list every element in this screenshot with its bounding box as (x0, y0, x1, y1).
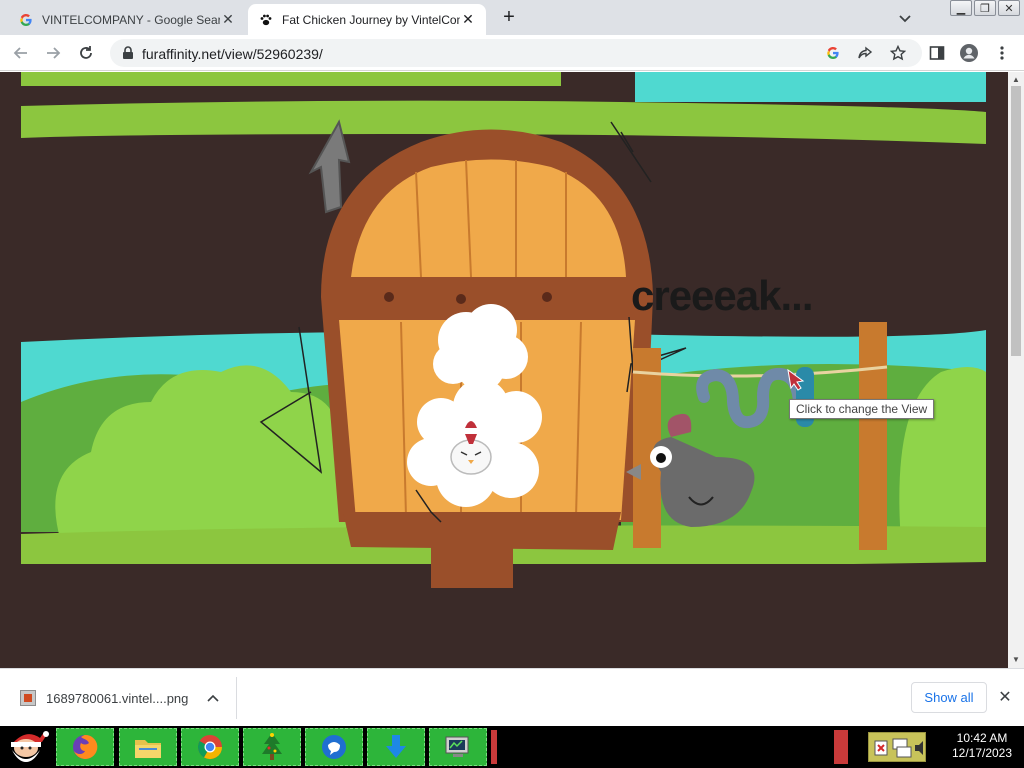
show-all-button[interactable]: Show all (911, 682, 987, 713)
tray-indicator (834, 730, 848, 764)
back-button[interactable] (10, 42, 32, 64)
download-separator (236, 677, 237, 719)
close-tab-icon[interactable]: ✕ (460, 11, 476, 28)
taskbar: 10:42 AM 12/17/2023 (0, 726, 1024, 768)
download-icon[interactable] (367, 728, 425, 766)
google-icon[interactable] (824, 44, 842, 62)
google-icon (18, 12, 34, 28)
firefox-icon[interactable] (56, 728, 114, 766)
christmas-tree-icon[interactable] (243, 728, 301, 766)
minimize-button[interactable]: ▁ (950, 0, 972, 16)
lock-icon[interactable] (122, 46, 134, 60)
image-file-icon (20, 690, 36, 706)
vertical-scrollbar[interactable]: ▲ ▼ (1008, 72, 1024, 668)
kebab-menu-icon[interactable] (992, 43, 1012, 63)
tab-title: VINTELCOMPANY - Google Search (42, 12, 220, 27)
share-icon[interactable] (856, 44, 874, 62)
window-controls: ▁ ❐ ✕ (950, 0, 1020, 16)
tab-title: Fat Chicken Journey by VintelCompany (282, 12, 460, 27)
tab-fat-chicken-journey[interactable]: Fat Chicken Journey by VintelCompany ✕ (248, 4, 486, 35)
restore-button[interactable]: ❐ (974, 0, 996, 16)
side-panel-icon[interactable] (927, 43, 947, 63)
tab-strip: VINTELCOMPANY - Google Search ✕ Fat Chic… (0, 0, 1024, 35)
reload-button[interactable] (75, 42, 97, 64)
download-file-name: 1689780061.vintel....png (46, 690, 189, 706)
tab-google-search[interactable]: VINTELCOMPANY - Google Search ✕ (8, 4, 246, 35)
submission-image[interactable]: creeeak... (21, 72, 986, 666)
close-icon[interactable]: ✕ (996, 688, 1014, 706)
network-monitor-icon[interactable] (429, 728, 487, 766)
start-santa-icon[interactable] (2, 727, 52, 767)
new-tab-button[interactable]: + (497, 6, 521, 30)
scroll-up-icon[interactable]: ▲ (1012, 75, 1020, 84)
page-viewport: creeeak... Click to change the View ▲ ▼ (0, 72, 1024, 668)
scrollbar-thumb[interactable] (1011, 86, 1021, 356)
clock-time: 10:42 AM (956, 731, 1008, 745)
close-tab-icon[interactable]: ✕ (220, 11, 236, 28)
messenger-icon[interactable] (305, 728, 363, 766)
profile-avatar-icon[interactable] (959, 43, 979, 63)
file-explorer-icon[interactable] (119, 728, 177, 766)
bookmark-star-icon[interactable] (889, 44, 907, 62)
taskbar-separator (491, 730, 497, 764)
creak-sound-text: creeeak... (631, 272, 813, 319)
close-window-button[interactable]: ✕ (998, 0, 1020, 16)
forward-button[interactable] (42, 42, 64, 64)
paw-icon (258, 12, 274, 28)
url-text: furaffinity.net/view/52960239/ (142, 46, 323, 62)
chevron-down-icon[interactable] (896, 9, 914, 27)
chrome-icon[interactable] (181, 728, 239, 766)
chevron-up-icon[interactable] (206, 691, 220, 705)
download-bar: 1689780061.vintel....png Show all ✕ (0, 668, 1024, 726)
clock-date: 12/17/2023 (951, 746, 1013, 760)
browser-toolbar: furaffinity.net/view/52960239/ (0, 35, 1024, 71)
address-bar[interactable]: furaffinity.net/view/52960239/ (110, 39, 922, 67)
system-tray[interactable] (868, 732, 926, 762)
taskbar-clock[interactable]: 10:42 AM 12/17/2023 (944, 731, 1020, 761)
download-item[interactable]: 1689780061.vintel....png (12, 683, 236, 713)
scroll-down-icon[interactable]: ▼ (1012, 655, 1020, 664)
change-view-tooltip: Click to change the View (789, 399, 935, 419)
